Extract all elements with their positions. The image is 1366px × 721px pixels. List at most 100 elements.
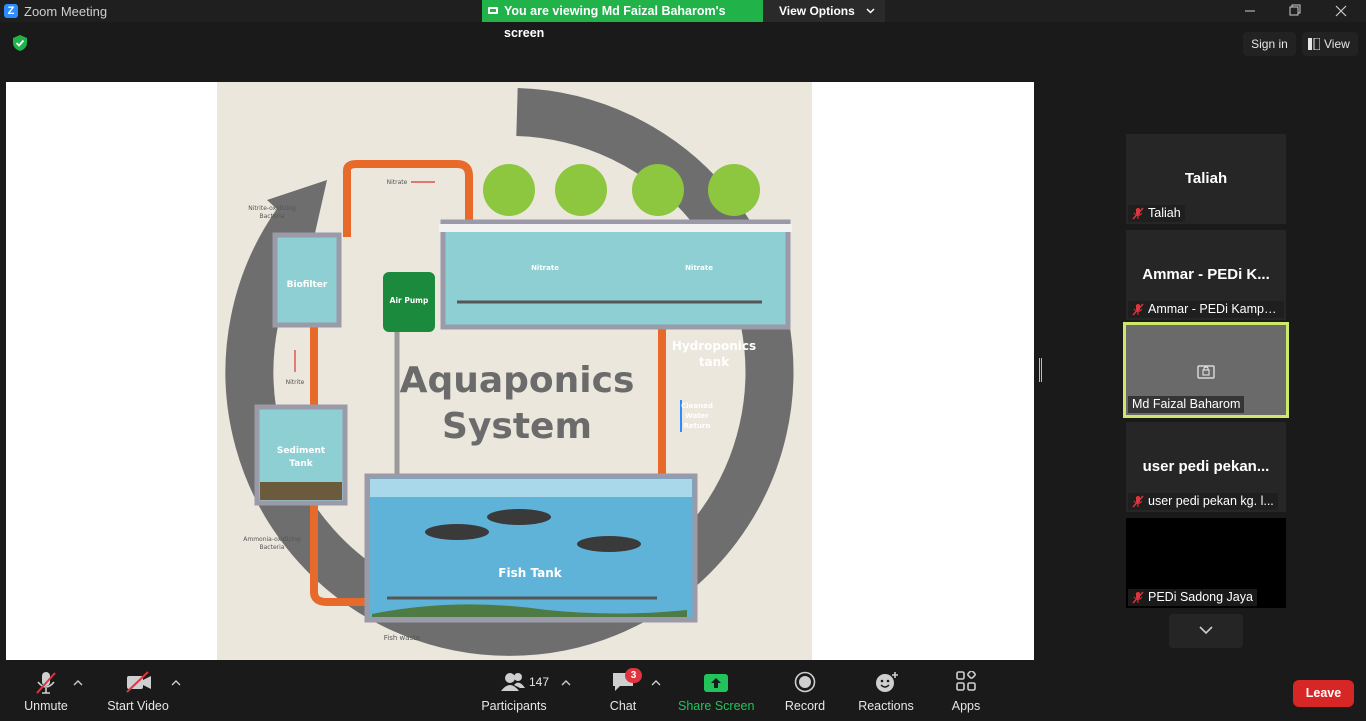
- apps-icon: [956, 671, 976, 691]
- muted-mic-icon: [1132, 495, 1144, 508]
- unmute-button[interactable]: Unmute: [14, 661, 78, 721]
- participant-tile[interactable]: Taliah Taliah: [1126, 134, 1286, 224]
- participant-name: PEDi Sadong Jaya: [1148, 590, 1253, 604]
- biofilter-label: Biofilter: [287, 280, 328, 290]
- start-video-button[interactable]: Start Video: [104, 661, 172, 721]
- participant-name: Taliah: [1148, 206, 1181, 220]
- nitrite-oxidizing-label-1: Nitrite-oxidizing: [248, 205, 296, 212]
- chat-label: Chat: [609, 699, 637, 713]
- cleaned-water-label-1: Cleaned: [681, 402, 713, 410]
- minimize-icon[interactable]: [1240, 2, 1260, 20]
- panel-splitter-handle[interactable]: [1039, 358, 1042, 382]
- record-label: Record: [784, 699, 826, 713]
- participant-name-label: Md Faizal Baharom: [1128, 396, 1245, 413]
- lettuce-4: [708, 164, 760, 216]
- participant-name: user pedi pekan kg. l...: [1148, 494, 1274, 508]
- restore-icon[interactable]: [1285, 2, 1305, 20]
- view-options-button[interactable]: View Options: [763, 0, 885, 22]
- fish-tank-label: Fish Tank: [498, 566, 562, 580]
- unmute-label: Unmute: [24, 699, 68, 713]
- participants-icon: [501, 673, 525, 691]
- meeting-toolbar: Unmute Start Video Participants Chat Sha…: [0, 661, 1366, 721]
- chevron-up-icon[interactable]: [561, 679, 571, 687]
- muted-mic-icon: [1132, 303, 1144, 316]
- chat-unread-badge: 3: [625, 668, 642, 683]
- lettuce-3: [632, 164, 684, 216]
- screen-share-icon: [488, 7, 498, 14]
- chevron-down-icon: [866, 8, 875, 14]
- record-icon: [794, 671, 816, 693]
- participant-name: Ammar - PEDi Kampu...: [1148, 302, 1282, 316]
- window-title: Zoom Meeting: [24, 4, 108, 19]
- record-button[interactable]: Record: [780, 661, 830, 721]
- chevron-up-icon[interactable]: [73, 679, 83, 687]
- participant-display-name: user pedi pekan...: [1142, 458, 1270, 475]
- share-screen-icon: [704, 674, 728, 692]
- slide-title-line-1: Aquaponics: [400, 360, 635, 401]
- close-icon[interactable]: [1331, 2, 1351, 20]
- participant-tile[interactable]: Ammar - PEDi K... Ammar - PEDi Kampu...: [1126, 230, 1286, 320]
- participants-button[interactable]: Participants: [478, 661, 550, 721]
- nitrate-left-label: Nitrate: [531, 264, 559, 272]
- cleaned-water-label-2: Water: [685, 412, 709, 420]
- viewing-banner: You are viewing Md Faizal Baharom's scre…: [482, 0, 763, 40]
- apps-label: Apps: [951, 699, 981, 713]
- leave-button[interactable]: Leave: [1293, 680, 1354, 707]
- participant-name-label: user pedi pekan kg. l...: [1128, 493, 1278, 510]
- muted-mic-icon: [36, 672, 56, 694]
- shared-screen: Biofilter Nitrite-oxidizing Bacteria Nit…: [6, 82, 1034, 660]
- apps-button[interactable]: Apps: [944, 661, 988, 721]
- reactions-label: Reactions: [858, 699, 914, 713]
- fish-1: [425, 524, 489, 540]
- participant-display-name: Taliah: [1184, 170, 1228, 187]
- chevron-down-icon: [1199, 626, 1213, 635]
- hydroponics-tank: [440, 219, 791, 330]
- fish-waste-label: Fish waste: [384, 634, 420, 642]
- start-video-label: Start Video: [107, 699, 169, 713]
- view-button-label: View: [1324, 37, 1350, 51]
- grid-view-icon: [1308, 38, 1320, 50]
- nitrite-label: Nitrite: [286, 379, 305, 386]
- participant-name-label: PEDi Sadong Jaya: [1128, 589, 1257, 606]
- screen-share-icon: [1197, 365, 1215, 379]
- participant-tile[interactable]: user pedi pekan... user pedi pekan kg. l…: [1126, 422, 1286, 512]
- nitrate-top-label: Nitrate: [387, 179, 408, 186]
- aquaponics-diagram: Biofilter Nitrite-oxidizing Bacteria Nit…: [225, 88, 794, 656]
- aquaponics-slide: Biofilter Nitrite-oxidizing Bacteria Nit…: [217, 82, 812, 660]
- title-bar: Z Zoom Meeting You are viewing Md Faizal…: [0, 0, 1366, 40]
- nitrite-oxidizing-label-2: Bacteria: [260, 213, 285, 220]
- sign-in-button[interactable]: Sign in: [1243, 32, 1296, 56]
- cleaned-water-label-3: Return: [684, 422, 711, 430]
- participant-tile-active[interactable]: Md Faizal Baharom: [1123, 322, 1289, 418]
- sediment-label-2: Tank: [289, 459, 313, 469]
- muted-mic-icon: [1132, 591, 1144, 604]
- view-button[interactable]: View: [1302, 32, 1358, 56]
- zoom-logo-icon: Z: [4, 4, 18, 18]
- share-screen-label: Share Screen: [678, 699, 755, 713]
- sediment-label-1: Sediment: [277, 446, 326, 456]
- encryption-shield-icon[interactable]: [11, 34, 29, 52]
- lettuce-2: [555, 164, 607, 216]
- fish-3: [577, 536, 641, 552]
- participant-name-label: Ammar - PEDi Kampu...: [1128, 301, 1284, 318]
- chevron-up-icon[interactable]: [171, 679, 181, 687]
- reactions-smiley-icon: [876, 672, 898, 692]
- chevron-up-icon[interactable]: [651, 679, 661, 687]
- participant-name-label: Taliah: [1128, 205, 1185, 222]
- nitrate-right-label: Nitrate: [685, 264, 713, 272]
- share-screen-button[interactable]: Share Screen: [678, 661, 754, 721]
- participants-label: Participants: [481, 699, 547, 713]
- reactions-button[interactable]: Reactions: [856, 661, 916, 721]
- viewing-banner-text: You are viewing Md Faizal Baharom's scre…: [504, 4, 726, 40]
- air-pump-label: Air Pump: [390, 296, 429, 305]
- video-off-icon: [126, 671, 151, 693]
- scroll-down-button[interactable]: [1169, 614, 1243, 648]
- fish-2: [487, 509, 551, 525]
- participant-tile[interactable]: PEDi Sadong Jaya: [1126, 518, 1286, 608]
- participants-count: 147: [529, 675, 550, 689]
- muted-mic-icon: [1132, 207, 1144, 220]
- participant-display-name: Ammar - PEDi K...: [1142, 266, 1270, 283]
- hydroponics-label-1: Hydroponics: [672, 339, 756, 353]
- hydroponics-label-2: tank: [699, 355, 730, 369]
- participant-name: Md Faizal Baharom: [1132, 397, 1241, 411]
